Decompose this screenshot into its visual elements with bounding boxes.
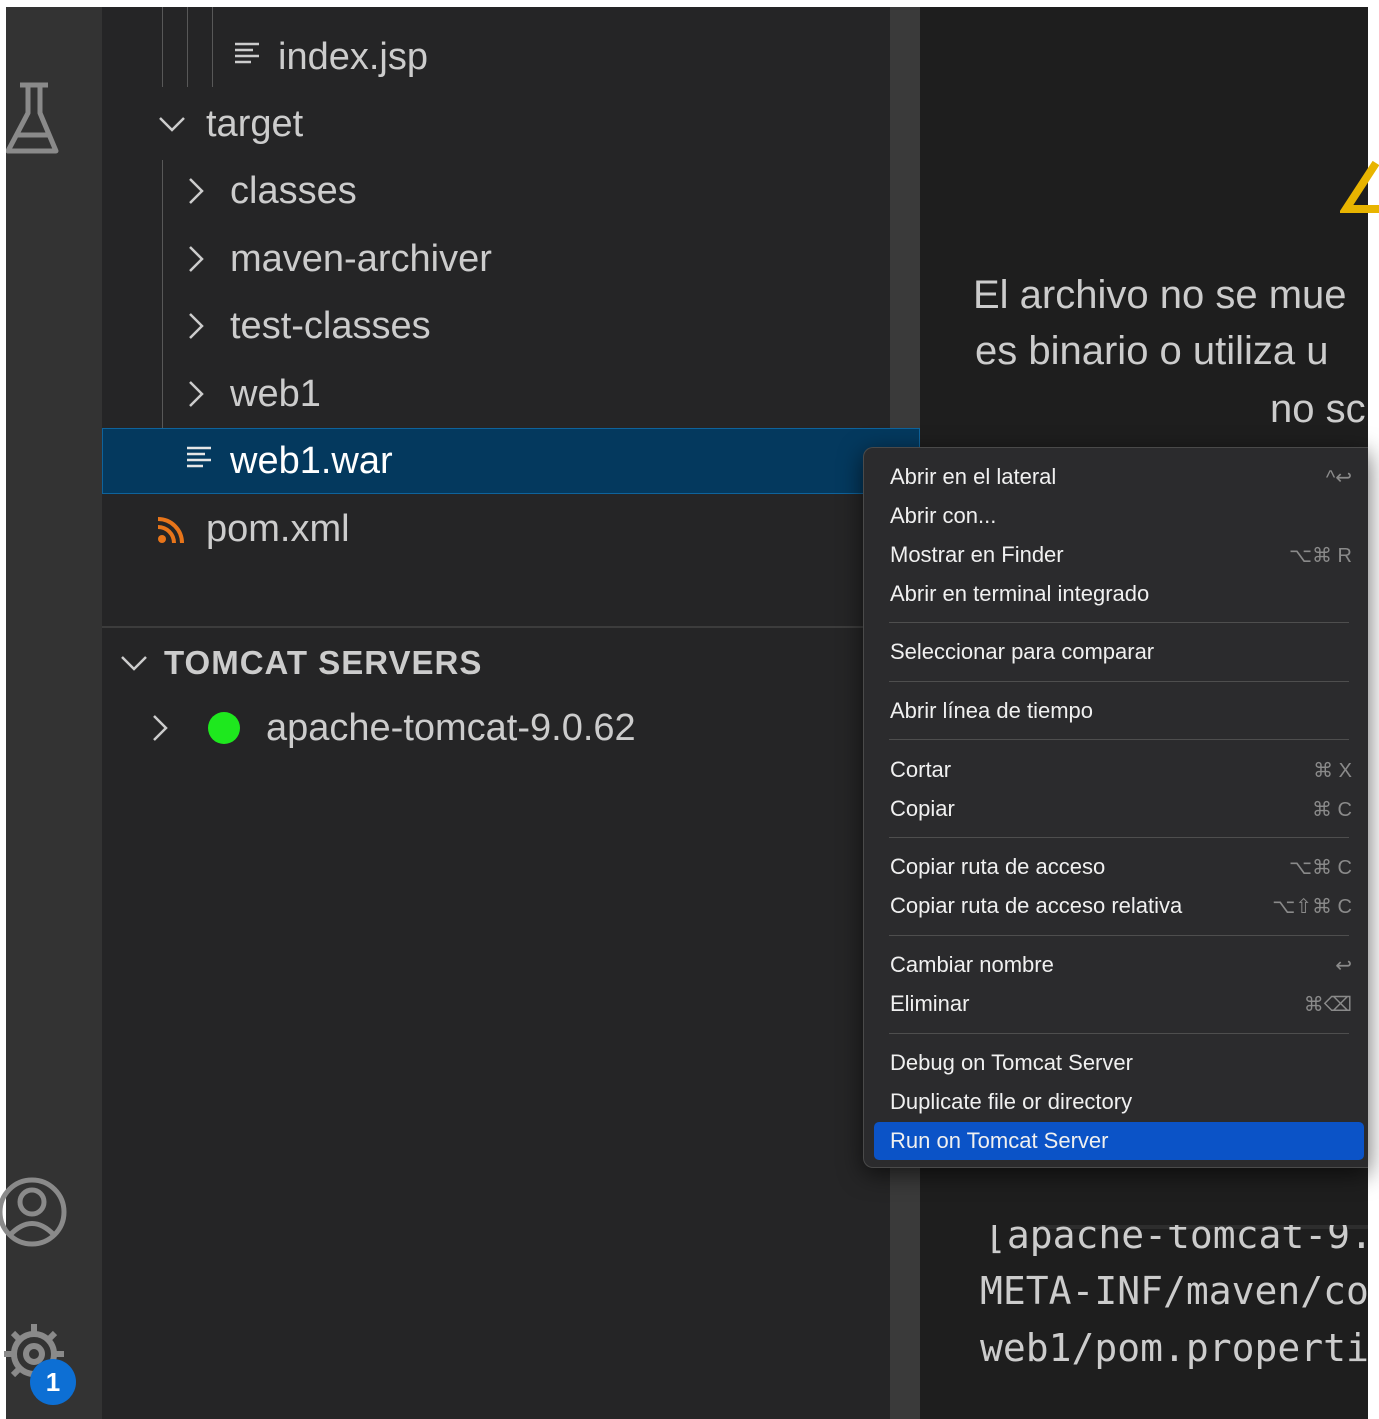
tree-item-label: pom.xml	[206, 507, 350, 550]
menu-item-copiar[interactable]: Copiar ⌘ C	[874, 790, 1364, 828]
menu-item-copiar-ruta-relativa[interactable]: Copiar ruta de acceso relativa ⌥⇧⌘ C	[874, 887, 1364, 925]
menu-item-label: Copiar ruta de acceso relativa	[890, 893, 1183, 918]
menu-separator	[889, 622, 1349, 623]
tomcat-server-item[interactable]: apache-tomcat-9.0.62	[140, 695, 636, 761]
chevron-right-icon	[176, 239, 216, 279]
tree-item-label: web1	[230, 372, 321, 415]
menu-separator	[889, 681, 1349, 682]
menu-item-label: Mostrar en Finder	[890, 542, 1064, 567]
tree-item-label: maven-archiver	[230, 237, 492, 280]
chevron-down-icon	[114, 643, 154, 683]
menu-item-shortcut: ⌥⌘ C	[1288, 856, 1352, 879]
activity-bar: 1	[0, 7, 102, 1419]
notification-badge: 1	[30, 1359, 76, 1405]
tree-item-web1-war[interactable]: web1.war	[182, 428, 393, 494]
chevron-right-icon	[176, 306, 216, 346]
menu-item-cambiar-nombre[interactable]: Cambiar nombre ↩	[874, 946, 1364, 984]
menu-separator	[889, 1033, 1349, 1034]
menu-item-label: Cortar	[890, 757, 952, 782]
tree-item-label: test-classes	[230, 304, 431, 347]
menu-item-shortcut: ⌥⌘ R	[1288, 544, 1352, 567]
tree-item-label: web1.war	[230, 439, 393, 482]
menu-item-label: Cambiar nombre	[890, 952, 1054, 977]
chevron-right-icon	[140, 708, 180, 748]
tree-item-label: index.jsp	[278, 35, 428, 78]
menu-item-shortcut: ⌘ C	[1312, 798, 1352, 821]
menu-item-shortcut: ↩	[1335, 954, 1352, 977]
chevron-right-icon	[176, 374, 216, 414]
menu-item-cortar[interactable]: Cortar ⌘ X	[874, 751, 1364, 789]
menu-item-label: Eliminar	[890, 991, 970, 1016]
menu-item-shortcut: ⌥⇧⌘ C	[1272, 895, 1352, 918]
section-title: TOMCAT SERVERS	[164, 644, 483, 681]
menu-item-run-tomcat[interactable]: Run on Tomcat Server	[874, 1122, 1364, 1160]
menu-item-mostrar-finder[interactable]: Mostrar en Finder ⌥⌘ R	[874, 536, 1364, 574]
menu-item-label: Copiar	[890, 796, 955, 821]
menu-item-label: Debug on Tomcat Server	[890, 1050, 1133, 1075]
menu-item-eliminar[interactable]: Eliminar ⌘⌫	[874, 985, 1364, 1023]
menu-item-abrir-con[interactable]: Abrir con...	[874, 497, 1364, 535]
menu-item-abrir-terminal[interactable]: Abrir en terminal integrado	[874, 575, 1364, 613]
tree-item-label: classes	[230, 169, 357, 212]
menu-separator	[889, 739, 1349, 740]
server-status-dot	[208, 712, 240, 744]
tree-item-pom-xml[interactable]: pom.xml	[152, 496, 350, 562]
indent-guide	[212, 7, 213, 87]
tomcat-servers-header[interactable]: TOMCAT SERVERS	[114, 630, 482, 696]
terminal-line: META-INF/maven/cor	[980, 1269, 1368, 1313]
section-divider	[102, 626, 890, 628]
binary-warning-line-1: El archivo no se mue	[973, 273, 1347, 317]
menu-item-label: Abrir en el lateral	[890, 464, 1057, 489]
menu-separator	[889, 935, 1349, 936]
menu-item-duplicate[interactable]: Duplicate file or directory	[874, 1083, 1364, 1121]
file-lines-icon	[230, 35, 264, 79]
rss-icon	[152, 509, 192, 549]
terminal-line: [apache-tomcat-9.(	[984, 1225, 1368, 1257]
menu-item-label: Duplicate file or directory	[890, 1089, 1133, 1114]
context-menu: Abrir en el lateral ^↩ Abrir con... Most…	[863, 447, 1368, 1168]
menu-item-copiar-ruta[interactable]: Copiar ruta de acceso ⌥⌘ C	[874, 848, 1364, 886]
menu-item-shortcut: ⌘⌫	[1303, 993, 1352, 1016]
menu-item-label: Seleccionar para comparar	[890, 639, 1155, 664]
beaker-icon[interactable]	[5, 79, 66, 159]
chevron-down-icon	[152, 104, 192, 144]
menu-item-label: Abrir en terminal integrado	[890, 581, 1150, 606]
tree-item-maven-archiver[interactable]: maven-archiver	[176, 226, 492, 292]
tree-item-index-jsp[interactable]: index.jsp	[230, 24, 428, 90]
terminal-line: web1/pom.propertie	[980, 1326, 1368, 1370]
tree-item-test-classes[interactable]: test-classes	[176, 293, 431, 359]
menu-item-shortcut: ^↩	[1325, 466, 1352, 489]
indent-guide	[187, 7, 188, 87]
menu-item-debug-tomcat[interactable]: Debug on Tomcat Server	[874, 1044, 1364, 1082]
chevron-right-icon	[176, 171, 216, 211]
menu-item-seleccionar-comparar[interactable]: Seleccionar para comparar	[874, 633, 1364, 671]
terminal-panel: ··· vscode-tomcat [apache-tomcat-9.( MET…	[920, 1225, 1368, 1419]
menu-item-abrir-lateral[interactable]: Abrir en el lateral ^↩	[874, 458, 1364, 496]
menu-item-label: Copiar ruta de acceso	[890, 854, 1106, 879]
tree-item-web1[interactable]: web1	[176, 361, 321, 427]
menu-separator	[889, 837, 1349, 838]
binary-warning-line-3: no sc	[1270, 387, 1366, 431]
menu-item-label: Run on Tomcat Server	[890, 1128, 1109, 1153]
menu-item-label: Abrir con...	[890, 503, 997, 528]
account-icon[interactable]	[0, 1172, 72, 1256]
server-name: apache-tomcat-9.0.62	[266, 706, 636, 749]
binary-warning-line-2: es binario o utiliza u	[975, 329, 1329, 373]
menu-item-linea-tiempo[interactable]: Abrir línea de tiempo	[874, 692, 1364, 730]
tree-item-classes[interactable]: classes	[176, 158, 357, 224]
tree-item-label: target	[206, 102, 304, 145]
menu-item-label: Abrir línea de tiempo	[890, 698, 1093, 723]
indent-guide	[162, 7, 163, 87]
warning-icon	[1338, 157, 1379, 213]
file-lines-icon	[182, 439, 216, 483]
tree-item-target[interactable]: target	[152, 91, 303, 157]
menu-item-shortcut: ⌘ X	[1313, 759, 1352, 782]
